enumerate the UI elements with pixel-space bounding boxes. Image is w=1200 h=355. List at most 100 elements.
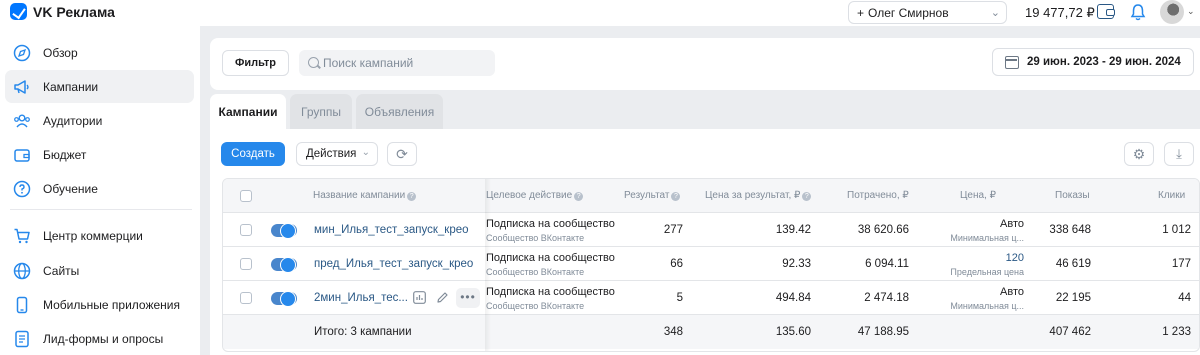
phone-icon — [16, 296, 28, 314]
content-area: Фильтр Поиск кампаний 29 июн. 2023 - 29 … — [200, 26, 1200, 355]
account-name: Олег Смирнов — [868, 5, 949, 20]
column-header-name[interactable]: Название кампании? — [313, 190, 417, 201]
sidebar-item-mobile-apps[interactable]: Мобильные приложения — [5, 288, 194, 321]
column-header-result[interactable]: Результат? — [624, 190, 681, 201]
column-header-clicks[interactable]: Клики — [1158, 190, 1185, 201]
account-balance[interactable]: 19 477,72 ₽ — [1025, 5, 1095, 21]
campaign-status-toggle[interactable] — [271, 291, 297, 307]
info-icon: ? — [671, 192, 681, 201]
campaign-name-link[interactable]: мин_Илья_тест_запуск_крео — [314, 224, 469, 236]
campaign-name-link[interactable]: 2мин_Илья_тес... — [314, 292, 408, 304]
total-cost-per-result: 135.60 — [775, 326, 811, 338]
impressions-value: 338 648 — [1049, 224, 1091, 236]
impressions-value: 46 619 — [1055, 258, 1091, 270]
campaign-name-link[interactable]: пред_Илья_тест_запуск_крео — [314, 258, 473, 270]
campaigns-panel: Создать Действия ⌄ ⟳ ⚙ ⤓ Название кампан… — [210, 129, 1200, 355]
price-limit-link[interactable]: 120 — [1006, 252, 1024, 264]
refresh-button[interactable]: ⟳ — [387, 142, 417, 166]
sidebar-item-sites[interactable]: Сайты — [5, 254, 194, 287]
refresh-icon: ⟳ — [396, 145, 408, 162]
edit-icon[interactable] — [435, 291, 450, 306]
tab-groups[interactable]: Группы — [290, 94, 352, 129]
spent-value: 2 474.18 — [864, 292, 909, 304]
table-row[interactable]: пред_Илья_тест_запуск_крео Подписка на с… — [223, 247, 1199, 281]
table-row[interactable]: мин_Илья_тест_запуск_крео Подписка на со… — [223, 213, 1199, 247]
spent-value: 6 094.11 — [865, 258, 909, 270]
filter-button[interactable]: Фильтр — [222, 50, 289, 76]
row-checkbox[interactable] — [240, 224, 252, 236]
row-checkbox[interactable] — [240, 292, 252, 304]
app-title: VK Реклама — [33, 3, 115, 20]
account-selector[interactable]: + Олег Смирнов ⌄ — [848, 1, 1007, 24]
sidebar-item-overview[interactable]: Обзор — [5, 36, 194, 69]
tab-campaigns[interactable]: Кампании — [210, 94, 286, 129]
total-result: 348 — [663, 326, 683, 338]
campaign-status-toggle[interactable] — [271, 257, 297, 273]
search-input[interactable]: Поиск кампаний — [299, 50, 495, 76]
logo[interactable]: VK Реклама — [10, 3, 115, 20]
total-label: Итого: 3 кампании — [314, 326, 412, 338]
download-button[interactable]: ⤓ — [1164, 142, 1194, 166]
sidebar-item-campaigns[interactable]: Кампании — [5, 70, 194, 103]
wallet-icon[interactable] — [1097, 4, 1115, 19]
gear-icon: ⚙ — [1132, 145, 1146, 162]
impressions-value: 22 195 — [1055, 292, 1091, 304]
table-row[interactable]: 2мин_Илья_тес... ••• Подписка на сообщес… — [223, 281, 1199, 315]
target-action-subtitle: Сообщество ВКонтакте — [486, 233, 585, 243]
date-range-picker[interactable]: 29 июн. 2023 - 29 июн. 2024 — [992, 48, 1194, 76]
info-icon: ? — [802, 192, 812, 201]
actions-dropdown[interactable]: Действия ⌄ — [296, 142, 378, 166]
sidebar-item-commerce[interactable]: Центр коммерции — [5, 219, 194, 252]
sidebar-item-label: Обучение — [43, 181, 98, 196]
select-all-checkbox[interactable] — [240, 190, 252, 202]
campaigns-table: Название кампании? Целевое действие? Рез… — [222, 178, 1200, 352]
cost-per-result-value: 92.33 — [782, 258, 811, 270]
statistics-icon[interactable] — [412, 291, 427, 306]
sidebar-item-lead-forms[interactable]: Лид-формы и опросы — [5, 322, 194, 355]
overview-icon — [13, 44, 31, 62]
column-header-spent[interactable]: Потрачено, ₽ — [847, 190, 909, 201]
info-icon: ? — [574, 192, 584, 201]
date-range-label: 29 июн. 2023 - 29 июн. 2024 — [1027, 56, 1181, 68]
row-checkbox[interactable] — [240, 258, 252, 270]
table-total-row: Итого: 3 кампании 348 135.60 47 188.95 4… — [223, 315, 1199, 349]
price-mode-subtitle: Предельная цена — [950, 267, 1024, 277]
clicks-value: 44 — [1178, 292, 1191, 304]
cart-icon — [14, 228, 30, 244]
total-clicks: 1 233 — [1162, 326, 1191, 338]
column-header-price[interactable]: Цена, ₽ — [960, 190, 996, 201]
globe-icon — [13, 262, 31, 280]
sidebar-item-label: Аудитории — [43, 113, 103, 128]
sidebar-item-label: Бюджет — [43, 147, 87, 162]
calendar-icon — [1005, 56, 1019, 69]
more-options-icon[interactable]: ••• — [456, 288, 480, 308]
price-mode: Авто — [1000, 286, 1024, 298]
target-action-subtitle: Сообщество ВКонтакте — [486, 267, 585, 277]
column-header-target[interactable]: Целевое действие? — [486, 190, 584, 201]
chevron-down-icon[interactable]: ⌄ — [1187, 6, 1195, 17]
vk-ads-logo-icon — [10, 3, 27, 20]
bell-icon[interactable] — [1130, 3, 1146, 21]
column-header-impressions[interactable]: Показы — [1055, 190, 1090, 201]
wallet-icon — [14, 149, 30, 162]
campaign-status-toggle[interactable] — [271, 223, 297, 239]
actions-label: Действия — [306, 148, 357, 160]
sidebar-item-learning[interactable]: Обучение — [5, 172, 194, 205]
chevron-down-icon: ⌄ — [990, 7, 1000, 19]
spent-value: 38 620.66 — [857, 224, 909, 236]
audience-icon — [14, 114, 30, 128]
search-placeholder: Поиск кампаний — [323, 56, 414, 70]
filter-panel: Фильтр Поиск кампаний 29 июн. 2023 - 29 … — [210, 38, 1200, 90]
table-settings-button[interactable]: ⚙ — [1124, 142, 1154, 166]
form-icon — [15, 330, 29, 348]
tab-ads[interactable]: Объявления — [356, 94, 443, 129]
megaphone-icon — [14, 80, 29, 94]
user-avatar[interactable] — [1160, 0, 1184, 24]
sidebar-item-budget[interactable]: Бюджет — [5, 138, 194, 171]
sidebar: Обзор Кампании Аудитории Бюджет Обучение… — [0, 26, 200, 355]
sidebar-item-label: Кампании — [43, 79, 99, 94]
column-header-cost-per-result[interactable]: Цена за результат, ₽? — [705, 190, 812, 201]
sidebar-item-label: Центр коммерции — [43, 228, 143, 243]
create-button[interactable]: Создать — [221, 142, 285, 166]
sidebar-item-audiences[interactable]: Аудитории — [5, 104, 194, 137]
